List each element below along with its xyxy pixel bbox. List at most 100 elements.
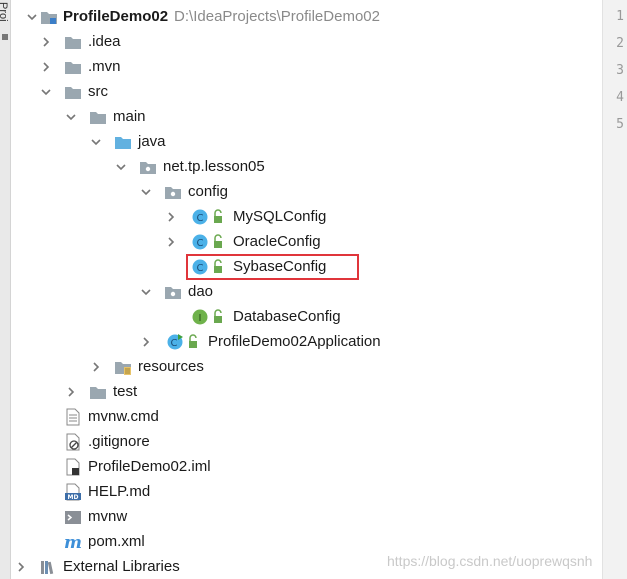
- tree-label: main: [113, 108, 146, 125]
- tree-row-pom-xml[interactable]: m pom.xml: [10, 529, 602, 554]
- svg-text:m: m: [64, 533, 82, 551]
- tree-row-package[interactable]: net.tp.lesson05: [10, 154, 602, 179]
- ignore-file-icon: [64, 433, 82, 451]
- svg-text:I: I: [199, 313, 202, 324]
- svg-text:MD: MD: [68, 494, 79, 501]
- svg-text:C: C: [197, 238, 204, 249]
- chevron-down-icon[interactable]: [90, 136, 102, 148]
- chevron-right-icon[interactable]: [40, 61, 52, 73]
- tree-row-src[interactable]: src: [10, 79, 602, 104]
- tree-label: test: [113, 383, 138, 400]
- tree-row-profiledemo02[interactable]: ProfileDemo02 D:\IdeaProjects\ProfileDemo…: [10, 4, 602, 29]
- libraries-icon: [39, 558, 57, 576]
- tree-row-test[interactable]: test: [10, 379, 602, 404]
- folder-icon: [89, 383, 107, 401]
- chevron-down-icon[interactable]: [26, 11, 38, 23]
- tree-label: External Libraries: [63, 558, 180, 575]
- project-tab-label: Proj: [0, 2, 9, 22]
- tree-row-mysqlconfig[interactable]: C MySQLConfig: [10, 204, 602, 229]
- line-number: 2: [616, 36, 624, 51]
- tree-row-help-md[interactable]: MD HELP.md: [10, 479, 602, 504]
- line-number: 3: [616, 63, 624, 78]
- tree-label: mvnw.cmd: [88, 408, 159, 425]
- markdown-icon: MD: [64, 483, 82, 501]
- chevron-right-icon[interactable]: [90, 361, 102, 373]
- folder-icon: [64, 33, 82, 51]
- tree-row-main[interactable]: main: [10, 104, 602, 129]
- package-icon: [139, 158, 157, 176]
- tree-row-gitignore[interactable]: .gitignore: [10, 429, 602, 454]
- lock-icon: [210, 233, 228, 251]
- tree-row-java[interactable]: java: [10, 129, 602, 154]
- package-icon: [164, 283, 182, 301]
- chevron-right-icon[interactable]: [165, 236, 177, 248]
- tree-label: DatabaseConfig: [233, 308, 341, 325]
- line-number: 1: [616, 9, 624, 24]
- folder-icon: [64, 83, 82, 101]
- editor-gutter: 1 2 3 4 5: [602, 0, 627, 579]
- source-folder-icon: [114, 133, 132, 151]
- svg-text:C: C: [171, 338, 178, 349]
- tree-label: ProfileDemo02Application: [208, 333, 381, 350]
- tree-label: java: [138, 133, 166, 150]
- tree-row-dao[interactable]: dao: [10, 279, 602, 304]
- tree-row-databaseconfig[interactable]: I DatabaseConfig: [10, 304, 602, 329]
- spring-boot-class-icon: C: [166, 333, 184, 351]
- tree-row-resources[interactable]: resources: [10, 354, 602, 379]
- line-number: 5: [616, 117, 624, 132]
- package-icon: [164, 183, 182, 201]
- tab-indicator: [2, 34, 8, 40]
- resources-folder-icon: [114, 358, 132, 376]
- module-folder-icon: [40, 8, 58, 26]
- tree-label: mvnw: [88, 508, 128, 525]
- chevron-right-icon[interactable]: [15, 561, 27, 573]
- tree-row-iml[interactable]: ProfileDemo02.iml: [10, 454, 602, 479]
- tree-row-idea[interactable]: .idea: [10, 29, 602, 54]
- tree-label: MySQLConfig: [233, 208, 327, 225]
- line-number: 4: [616, 90, 624, 105]
- tree-label: config: [188, 183, 229, 200]
- tree-label: .mvn: [88, 58, 121, 75]
- chevron-right-icon[interactable]: [140, 336, 152, 348]
- chevron-down-icon[interactable]: [115, 161, 127, 173]
- text-file-icon: [64, 408, 82, 426]
- tree-label: resources: [138, 358, 204, 375]
- maven-icon: m: [64, 533, 82, 551]
- tree-row-oracleconfig[interactable]: C OracleConfig: [10, 229, 602, 254]
- chevron-right-icon[interactable]: [40, 36, 52, 48]
- class-icon: C: [191, 208, 209, 226]
- lock-icon: [185, 333, 203, 351]
- folder-icon: [89, 108, 107, 126]
- tree-label: OracleConfig: [233, 233, 321, 250]
- project-path: D:\IdeaProjects\ProfileDemo02: [174, 8, 380, 25]
- folder-icon: [64, 58, 82, 76]
- highlight-rectangle: [186, 254, 359, 280]
- tree-row-mvn[interactable]: .mvn: [10, 54, 602, 79]
- lock-icon: [210, 208, 228, 226]
- project-tree[interactable]: ProfileDemo02 D:\IdeaProjects\ProfileDemo…: [10, 0, 602, 579]
- shell-script-icon: [64, 508, 82, 526]
- tree-label: src: [88, 83, 108, 100]
- tree-label: pom.xml: [88, 533, 145, 550]
- tree-row-config[interactable]: config: [10, 179, 602, 204]
- project-name: ProfileDemo02: [63, 8, 169, 25]
- watermark-text: https://blog.csdn.net/uoprewqsnh: [387, 553, 593, 569]
- chevron-right-icon[interactable]: [165, 211, 177, 223]
- tree-label: .gitignore: [88, 433, 150, 450]
- chevron-down-icon[interactable]: [40, 86, 52, 98]
- interface-icon: I: [191, 308, 209, 326]
- svg-text:C: C: [197, 213, 204, 224]
- chevron-right-icon[interactable]: [65, 386, 77, 398]
- chevron-down-icon[interactable]: [65, 111, 77, 123]
- tree-label: dao: [188, 283, 214, 300]
- tree-row-mvnw[interactable]: mvnw: [10, 504, 602, 529]
- tree-row-mvnw-cmd[interactable]: mvnw.cmd: [10, 404, 602, 429]
- tree-label: HELP.md: [88, 483, 151, 500]
- class-icon: C: [191, 233, 209, 251]
- tree-row-application[interactable]: C ProfileDemo02Application: [10, 329, 602, 354]
- tree-label: ProfileDemo02.iml: [88, 458, 211, 475]
- lock-icon: [210, 308, 228, 326]
- chevron-down-icon[interactable]: [140, 186, 152, 198]
- chevron-down-icon[interactable]: [140, 286, 152, 298]
- tree-label: net.tp.lesson05: [163, 158, 265, 175]
